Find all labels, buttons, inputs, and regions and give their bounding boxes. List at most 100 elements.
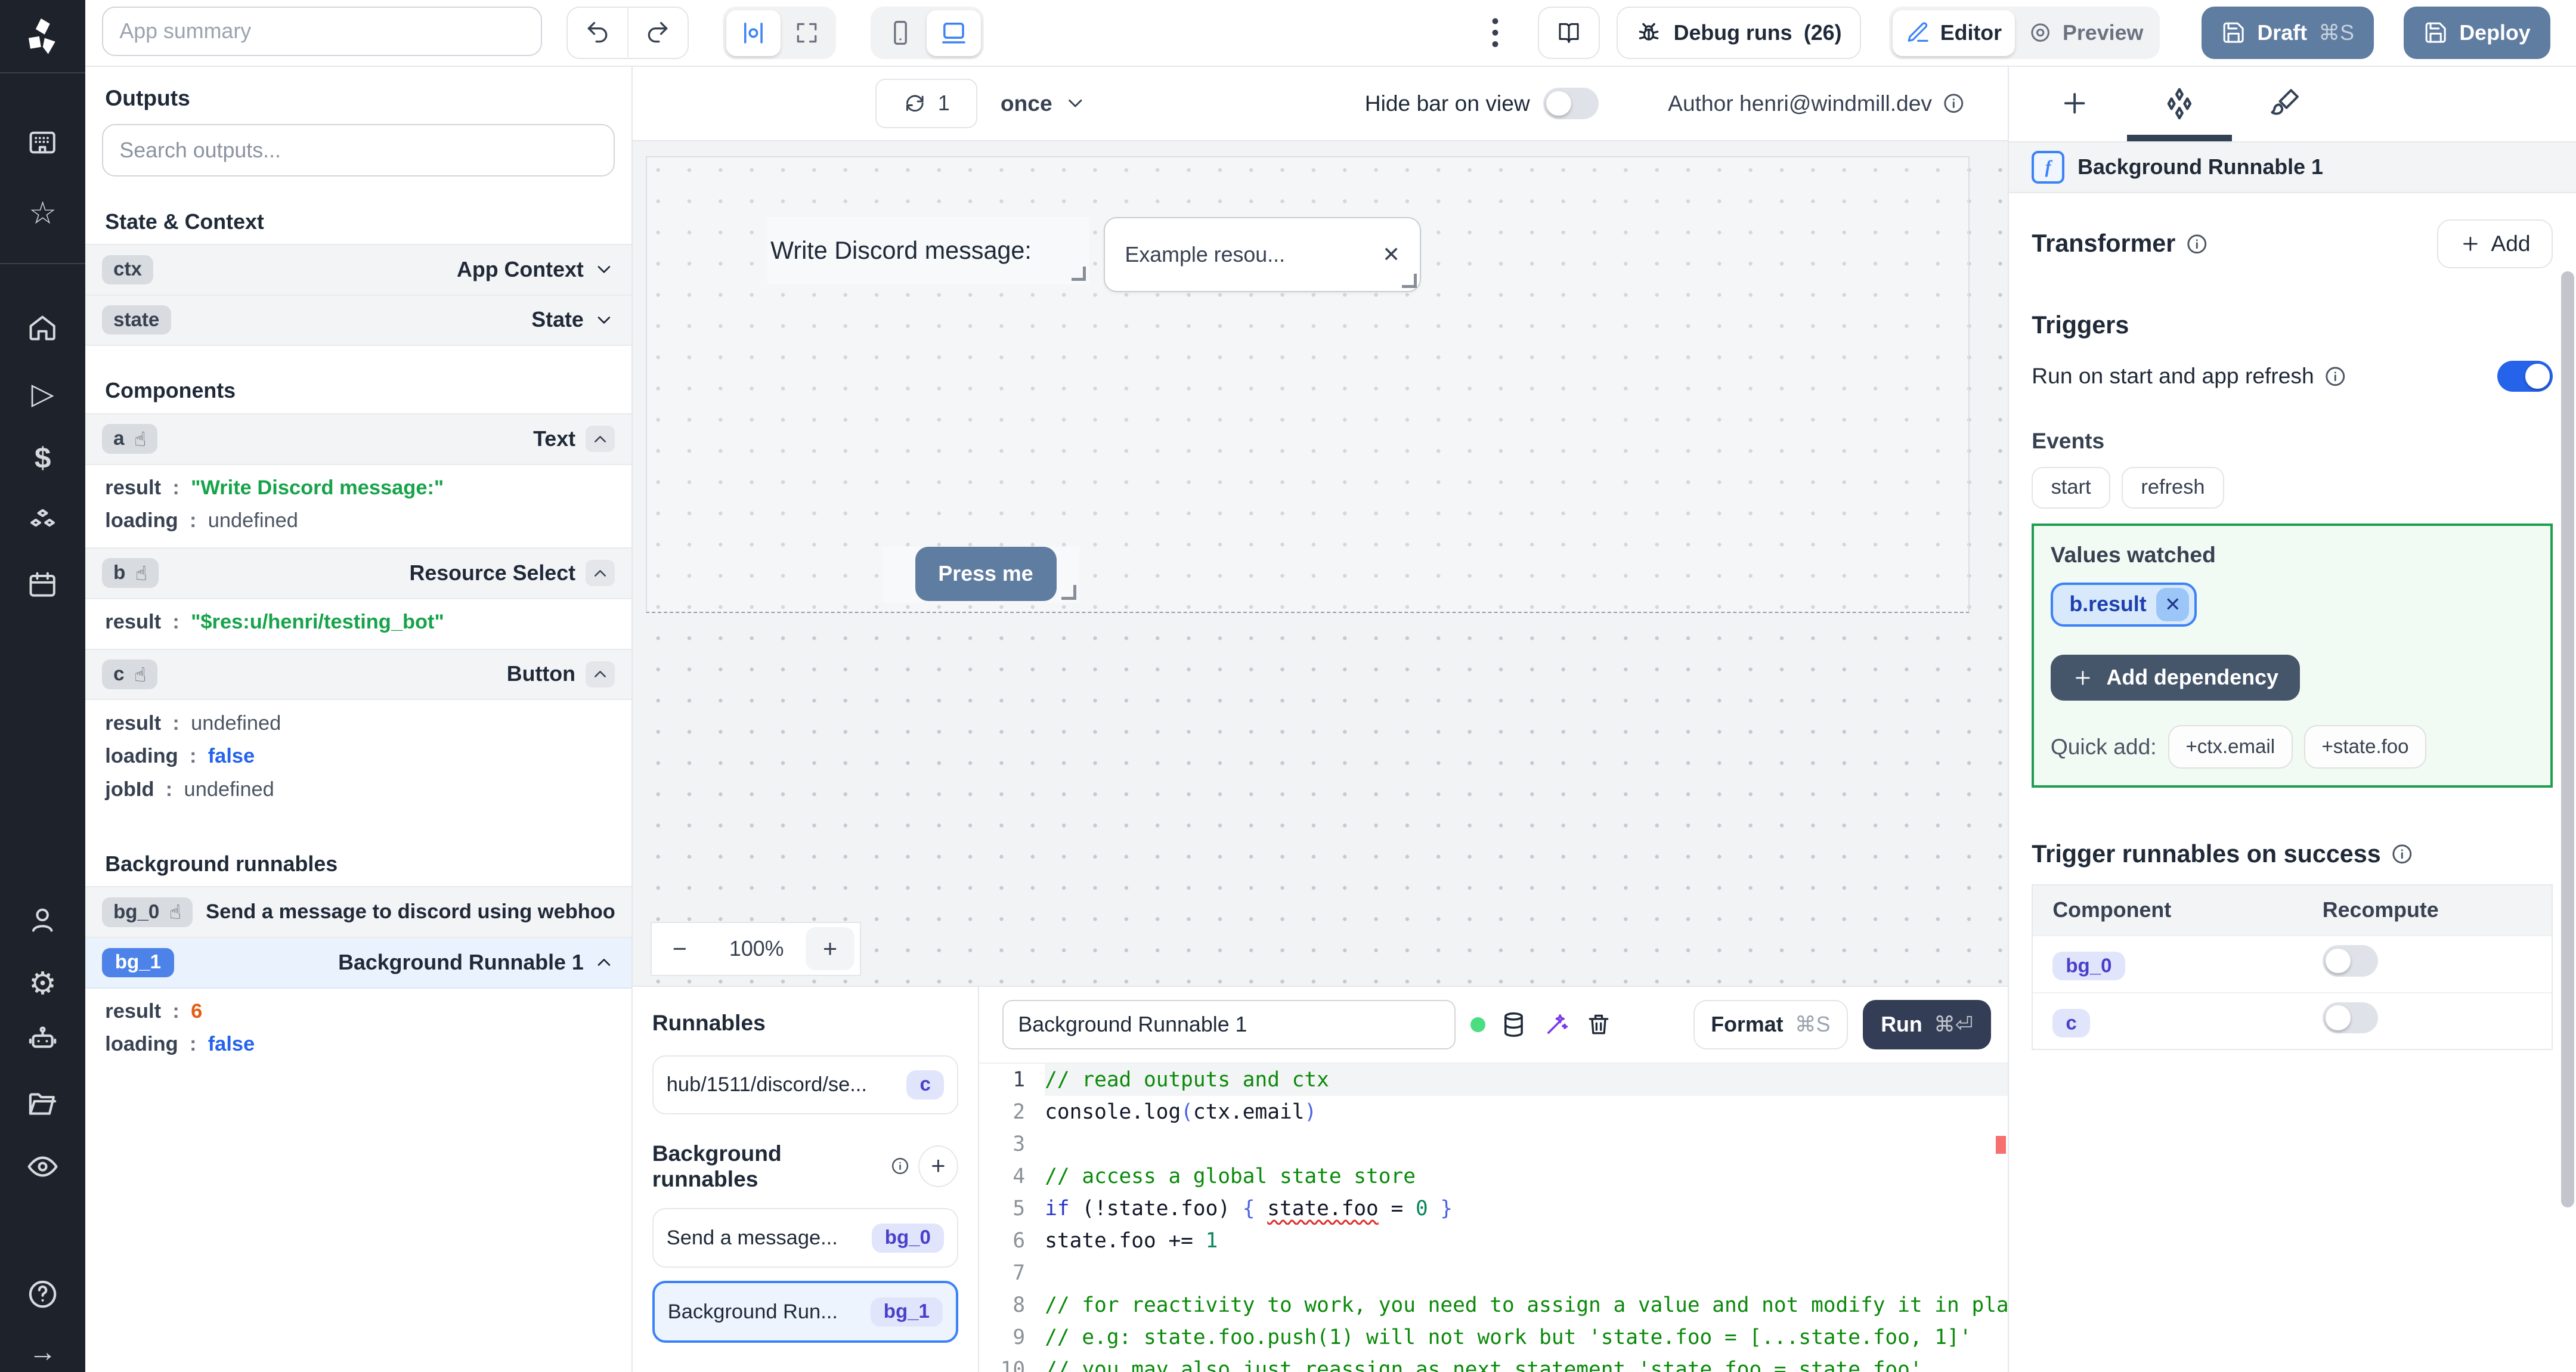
delete-trash-icon[interactable] xyxy=(1586,1011,1612,1037)
schedules-icon[interactable] xyxy=(26,568,59,601)
center-layout-button[interactable] xyxy=(726,10,781,56)
bg0-runnable-item[interactable]: Send a message... bg_0 xyxy=(652,1208,958,1268)
chevron-up-icon[interactable] xyxy=(585,426,615,453)
code-area[interactable]: 1// read outputs and ctx 2 console.log(ct… xyxy=(979,1062,2008,1372)
cache-db-icon[interactable] xyxy=(1500,1011,1528,1039)
clear-selection-icon[interactable]: ✕ xyxy=(1382,243,1400,267)
info-icon[interactable] xyxy=(2185,233,2209,256)
add-runnable-button[interactable]: + xyxy=(918,1145,958,1187)
status-dot xyxy=(1470,1017,1485,1032)
resources-icon[interactable] xyxy=(26,506,59,539)
runnable-name-input[interactable] xyxy=(1002,1000,1456,1049)
add-dependency-button[interactable]: Add dependency xyxy=(2050,654,2300,701)
settings-connections-tab-icon[interactable] xyxy=(2127,66,2232,141)
text-component[interactable]: Write Discord message: xyxy=(767,216,1089,284)
component-c-header[interactable]: c ☝ Button xyxy=(85,648,631,701)
scrollbar-thumb[interactable] xyxy=(2561,271,2575,1207)
info-icon[interactable] xyxy=(2391,843,2414,866)
settings-gear-icon[interactable]: ⚙ xyxy=(26,968,59,1001)
chevron-down-icon[interactable] xyxy=(593,309,615,331)
resize-handle[interactable] xyxy=(1071,266,1086,281)
events-title: Events xyxy=(2032,428,2105,453)
more-options-kebab-icon[interactable] xyxy=(1479,13,1512,52)
zoom-in-button[interactable]: + xyxy=(805,927,855,970)
undo-button[interactable] xyxy=(568,8,628,58)
docs-book-button[interactable] xyxy=(1537,7,1600,60)
users-icon[interactable] xyxy=(26,903,59,936)
favorites-star-icon[interactable]: ☆ xyxy=(26,197,59,230)
press-me-button[interactable]: Press me xyxy=(915,547,1057,602)
format-button[interactable]: Format ⌘S xyxy=(1693,1000,1849,1049)
component-a-header[interactable]: a ☝ Text xyxy=(85,413,631,465)
author-label: Author henri@windmill.dev xyxy=(1668,91,1933,116)
refresh-count-button[interactable]: 1 xyxy=(875,79,978,128)
workers-robot-icon[interactable] xyxy=(26,1022,59,1055)
help-icon[interactable] xyxy=(26,1278,59,1311)
app-summary-input[interactable] xyxy=(101,7,543,56)
app-canvas[interactable]: Write Discord message: Example resou... … xyxy=(632,141,2008,986)
debug-runs-button[interactable]: Debug runs (26) xyxy=(1617,7,1861,60)
overview-ruler-error-mark xyxy=(1996,1136,2006,1154)
desktop-view-button[interactable] xyxy=(926,10,981,56)
mobile-view-button[interactable] xyxy=(874,10,927,56)
runs-icon[interactable]: ▷ xyxy=(26,378,59,411)
resize-handle[interactable] xyxy=(1061,585,1076,600)
recompute-toggle[interactable] xyxy=(2322,945,2379,977)
insert-component-tab-plus-icon[interactable] xyxy=(2022,66,2127,141)
draft-save-button[interactable]: Draft ⌘S xyxy=(2201,7,2374,60)
pointer-hand-icon: ☝ xyxy=(135,561,147,585)
bg1-runnable-item-selected[interactable]: Background Run... bg_1 xyxy=(652,1280,958,1343)
active-tab-underline xyxy=(2127,134,2233,141)
chevron-up-icon[interactable] xyxy=(585,560,615,587)
zoom-out-button[interactable]: − xyxy=(652,935,708,963)
info-icon[interactable] xyxy=(890,1156,910,1176)
event-chip-start[interactable]: start xyxy=(2032,466,2110,509)
chevron-down-icon[interactable] xyxy=(593,259,615,280)
event-chip-refresh[interactable]: refresh xyxy=(2122,466,2224,509)
quick-add-ctx-email[interactable]: +ctx.email xyxy=(2168,725,2293,769)
state-type: State xyxy=(531,308,584,332)
chevron-up-icon[interactable] xyxy=(585,661,615,688)
info-icon[interactable] xyxy=(1942,92,1965,115)
apps-icon[interactable] xyxy=(26,126,59,159)
hide-bar-toggle[interactable] xyxy=(1543,88,1599,119)
recompute-toggle[interactable] xyxy=(2322,1002,2379,1034)
audit-eye-icon[interactable] xyxy=(26,1150,59,1183)
hide-bar-label: Hide bar on view xyxy=(1364,91,1530,116)
home-icon[interactable] xyxy=(26,312,59,345)
folders-icon[interactable] xyxy=(26,1088,59,1120)
run-on-start-toggle[interactable] xyxy=(2497,360,2553,392)
zoom-level: 100% xyxy=(729,936,784,961)
bg1-row-selected[interactable]: bg_1 Background Runnable 1 xyxy=(85,938,631,989)
tab-preview[interactable]: Preview xyxy=(2015,10,2156,56)
redo-button[interactable] xyxy=(628,8,688,58)
search-outputs-input[interactable] xyxy=(103,138,614,163)
dependency-chip[interactable]: b.result ✕ xyxy=(2050,582,2197,627)
quick-add-state-foo[interactable]: +state.foo xyxy=(2303,725,2427,769)
run-button[interactable]: Run ⌘⏎ xyxy=(1862,1000,1992,1049)
bg0-row[interactable]: bg_0 ☝ Send a message to discord using we… xyxy=(85,886,631,939)
save-icon xyxy=(2423,20,2448,45)
styling-brush-tab-icon[interactable] xyxy=(2232,66,2337,141)
windmill-logo-icon[interactable] xyxy=(21,15,64,64)
values-watched-title: Values watched xyxy=(2050,542,2216,568)
add-transformer-button[interactable]: Add xyxy=(2437,219,2553,269)
state-row[interactable]: state State xyxy=(85,295,631,346)
resource-select-component[interactable]: Example resou... ✕ xyxy=(1104,216,1422,293)
resize-handle[interactable] xyxy=(1402,273,1417,288)
component-b-header[interactable]: b ☝ Resource Select xyxy=(85,547,631,599)
trigger-success-title: Trigger runnables on success xyxy=(2032,840,2381,868)
tab-editor[interactable]: Editor xyxy=(1892,10,2015,56)
fullscreen-button[interactable] xyxy=(781,10,833,56)
info-icon[interactable] xyxy=(2324,365,2347,388)
variables-icon[interactable]: $ xyxy=(26,442,59,475)
schedule-mode-select[interactable]: once xyxy=(1001,66,1087,141)
ai-wand-icon[interactable] xyxy=(1543,1011,1571,1039)
hub-script-item[interactable]: hub/1511/discord/se... c xyxy=(652,1055,958,1114)
chevron-up-icon[interactable] xyxy=(593,952,615,973)
deploy-button[interactable]: Deploy xyxy=(2403,7,2550,60)
button-component-cell[interactable]: Press me xyxy=(882,547,1080,603)
remove-dependency-icon[interactable]: ✕ xyxy=(2156,588,2190,621)
collapse-arrow-icon[interactable]: → xyxy=(26,1336,59,1368)
ctx-row[interactable]: ctx App Context xyxy=(85,244,631,296)
